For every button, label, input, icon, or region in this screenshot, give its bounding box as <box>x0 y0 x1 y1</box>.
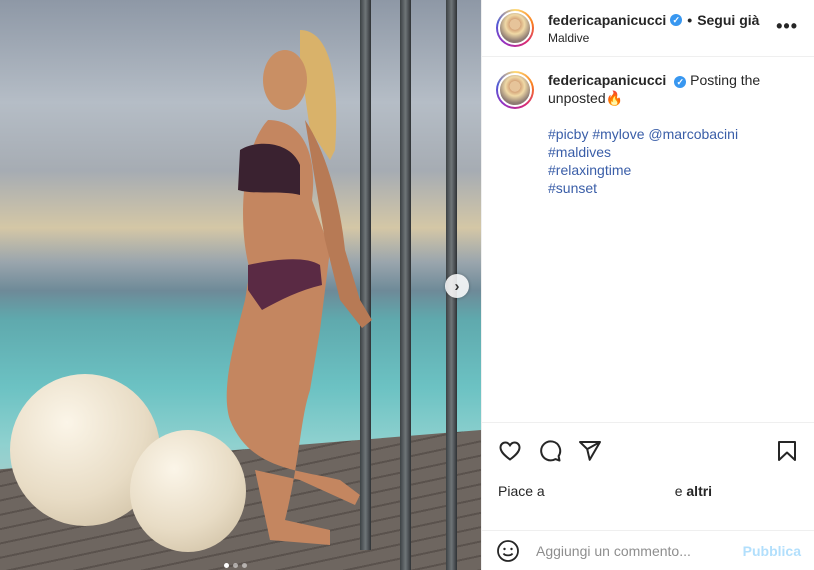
action-bar: Piace a e altri <box>482 422 814 499</box>
carousel-dot <box>242 563 247 568</box>
carousel-dot <box>224 563 229 568</box>
publish-button[interactable]: Pubblica <box>743 543 801 559</box>
avatar[interactable] <box>498 73 532 107</box>
likes-prefix: Piace a <box>498 483 545 499</box>
verified-badge-icon: ✓ <box>674 76 687 88</box>
share-icon[interactable] <box>578 439 602 463</box>
caption-block: federicapanicucci ✓ Posting the unposted🔥… <box>482 57 814 197</box>
likes-summary: Piace a e altri <box>498 483 799 499</box>
likes-and: e <box>674 483 683 499</box>
separator-dot: • <box>687 11 693 28</box>
chevron-right-icon: › <box>454 277 460 295</box>
next-slide-button[interactable]: › <box>445 274 469 298</box>
story-ring[interactable] <box>496 71 534 109</box>
hashtag-line[interactable]: #relaxingtime <box>548 161 798 179</box>
comment-icon[interactable] <box>538 439 562 463</box>
emoji-icon[interactable] <box>496 539 520 563</box>
woman-figure <box>226 30 372 545</box>
location-link[interactable]: Maldive <box>548 31 759 45</box>
liked-by-user[interactable] <box>545 483 675 499</box>
hashtag-line[interactable]: #maldives <box>548 143 798 161</box>
more-options-icon[interactable]: ••• <box>776 16 798 37</box>
post-photo[interactable]: › <box>0 0 481 570</box>
heart-icon[interactable] <box>498 439 522 463</box>
post-header: federicapanicucci ✓ • Segui già Maldive … <box>482 0 814 57</box>
hashtag-list: #picby #mylove @marcobacini #maldives #r… <box>548 125 798 197</box>
hashtag-line[interactable]: #sunset <box>548 179 798 197</box>
following-button[interactable]: Segui già <box>697 12 759 28</box>
caption-username[interactable]: federicapanicucci <box>548 72 666 88</box>
story-ring[interactable] <box>496 9 534 47</box>
bookmark-icon[interactable] <box>775 439 799 463</box>
comment-bar: Pubblica <box>482 530 814 570</box>
author-username[interactable]: federicapanicucci <box>548 12 666 28</box>
verified-badge-icon: ✓ <box>670 13 683 26</box>
post-side-panel: federicapanicucci ✓ • Segui già Maldive … <box>481 0 814 570</box>
carousel-dot <box>233 563 238 568</box>
carousel-indicator <box>224 563 247 568</box>
likes-others-link[interactable]: altri <box>686 483 712 499</box>
avatar[interactable] <box>498 11 532 45</box>
comment-input[interactable] <box>536 542 736 559</box>
hashtag-line[interactable]: #picby #mylove @marcobacini <box>548 125 798 143</box>
